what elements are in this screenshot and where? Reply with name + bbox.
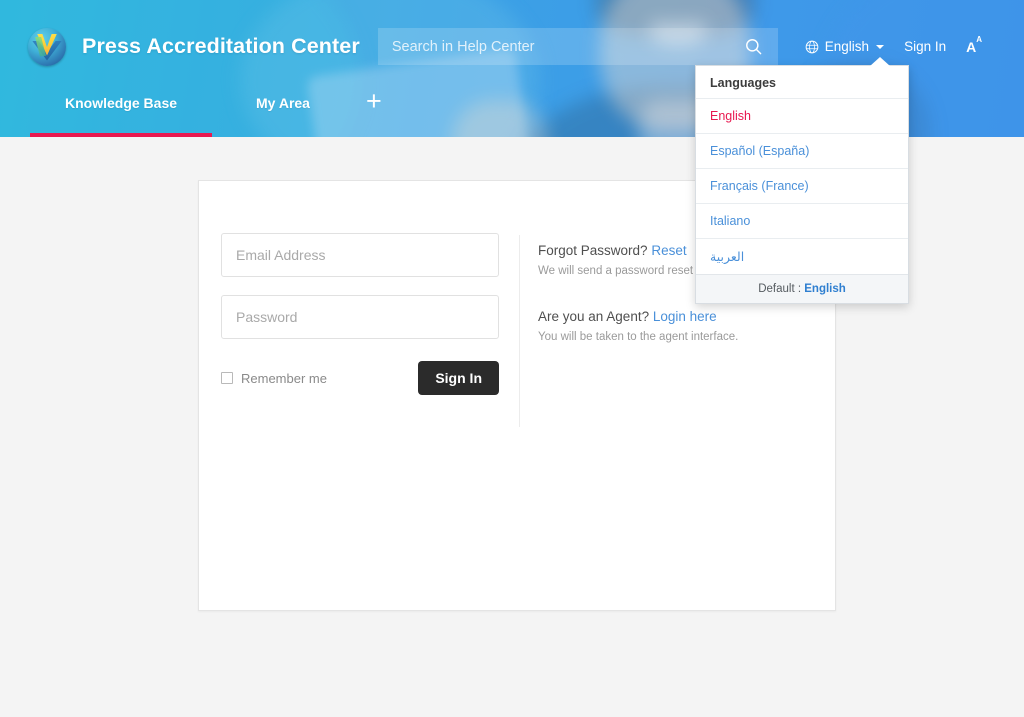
- language-option-arabic[interactable]: العربية: [696, 238, 908, 274]
- nav-item-knowledge-base[interactable]: Knowledge Base: [30, 93, 212, 111]
- password-field[interactable]: [221, 295, 499, 339]
- language-option-spanish[interactable]: Español (España): [696, 133, 908, 168]
- agent-login-link[interactable]: Login here: [653, 309, 717, 324]
- language-selector-label: English: [824, 39, 870, 54]
- chevron-down-icon: [876, 44, 885, 49]
- login-form: Remember me Sign In: [199, 233, 519, 610]
- language-dropdown-panel: Languages English Español (España) Franç…: [695, 57, 909, 304]
- language-option-french[interactable]: Français (France): [696, 168, 908, 203]
- sign-in-link-label: Sign In: [904, 39, 947, 54]
- logo-chevron-emblem-icon[interactable]: [28, 27, 66, 66]
- plus-icon[interactable]: +: [366, 88, 382, 115]
- default-language-prefix: Default :: [758, 283, 805, 295]
- language-option-label: English: [710, 109, 751, 123]
- dropdown-arrow-icon: [870, 57, 890, 66]
- text-resize-button[interactable]: AA: [956, 33, 996, 61]
- language-dropdown-footer: Default : English: [696, 274, 908, 303]
- search-input[interactable]: [377, 28, 730, 65]
- language-option-label: Italiano: [710, 214, 751, 228]
- sign-in-button[interactable]: Sign In: [418, 361, 499, 395]
- agent-login-note: You will be taken to the agent interface…: [538, 331, 739, 343]
- language-option-english[interactable]: English: [696, 98, 908, 133]
- email-field[interactable]: [221, 233, 499, 277]
- language-option-italian[interactable]: Italiano: [696, 203, 908, 238]
- text-resize-label: A: [966, 38, 977, 55]
- default-language-value: English: [804, 283, 846, 295]
- agent-login-title: Are you an Agent? Login here: [538, 309, 817, 324]
- site-header: Press Accreditation Center Search in Hel…: [0, 0, 1024, 304]
- checkbox-icon: [221, 372, 233, 384]
- reset-password-link[interactable]: Reset: [651, 243, 686, 258]
- form-actions-row: Remember me Sign In: [221, 361, 499, 395]
- language-option-label: Español (España): [710, 144, 810, 158]
- text-resize-icon: AA: [966, 34, 982, 55]
- header-actions: English Sign In AA: [795, 33, 1004, 61]
- language-selector[interactable]: English: [795, 33, 894, 60]
- language-option-label: Français (France): [710, 179, 809, 193]
- language-option-label: العربية: [710, 250, 745, 264]
- globe-icon: [805, 40, 819, 54]
- remember-me-label: Remember me: [241, 370, 327, 386]
- nav-item-knowledge-base-label: Knowledge Base: [64, 95, 178, 111]
- search-icon: [746, 39, 762, 55]
- forgot-password-question: Forgot Password?: [538, 243, 648, 258]
- remember-me-checkbox[interactable]: Remember me: [221, 371, 327, 386]
- nav-item-my-area-label: My Area: [256, 95, 310, 111]
- search-button[interactable]: [730, 28, 778, 65]
- sign-in-button-label: Sign In: [435, 370, 482, 386]
- agent-login-block: Are you an Agent? Login here You will be…: [538, 309, 817, 343]
- language-dropdown-title: Languages: [710, 76, 776, 90]
- search-bar[interactable]: [377, 28, 778, 65]
- nav-item-my-area[interactable]: My Area: [218, 93, 348, 111]
- agent-login-question: Are you an Agent?: [538, 309, 650, 324]
- page-title: Press Accreditation Center: [82, 34, 360, 58]
- nav-active-underline: [30, 133, 212, 137]
- sign-in-link[interactable]: Sign In: [894, 33, 956, 60]
